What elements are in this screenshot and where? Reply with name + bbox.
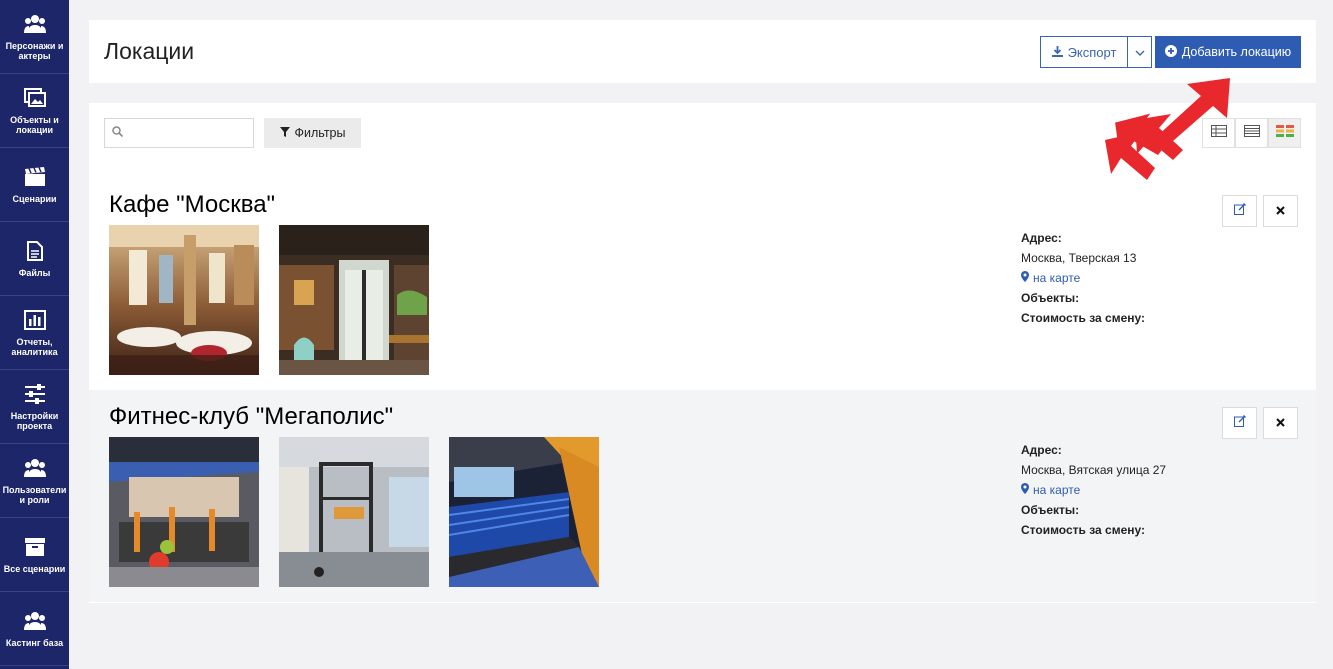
sidebar-item-reports[interactable]: Отчеты, аналитика: [0, 296, 69, 370]
location-details: Адрес: Москва, Вятская улица 27 на карте…: [1021, 440, 1166, 540]
download-icon: [1051, 45, 1063, 60]
close-icon: [1276, 414, 1285, 432]
address-label: Адрес:: [1021, 443, 1062, 457]
gym-floor-photo[interactable]: [109, 437, 259, 587]
gym-rig-photo[interactable]: [279, 437, 429, 587]
map-link-label: на карте: [1033, 271, 1081, 285]
users-icon: [23, 457, 46, 479]
cost-label: Стоимость за смену:: [1021, 523, 1146, 537]
export-dropdown-button[interactable]: [1127, 36, 1152, 68]
view-cards-button[interactable]: [1268, 118, 1301, 148]
sidebar-item-label: Объекты и локации: [10, 114, 59, 135]
export-label: Экспорт: [1067, 44, 1117, 60]
sidebar-item-files[interactable]: Файлы: [0, 222, 69, 296]
chevron-down-icon: [1135, 43, 1145, 61]
location-name: Кафе "Москва": [109, 191, 276, 218]
archive-icon: [24, 536, 46, 558]
map-link-label: на карте: [1033, 483, 1081, 497]
close-icon: [1276, 202, 1285, 220]
address-value: Москва, Тверская 13: [1021, 251, 1137, 265]
objects-label: Объекты:: [1021, 503, 1080, 517]
objects-label: Объекты:: [1021, 291, 1080, 305]
delete-button[interactable]: [1263, 407, 1298, 439]
photo-gallery: [109, 437, 599, 587]
sidebar-item-label: Все сценарии: [3, 563, 66, 574]
cafe-entrance-photo[interactable]: [279, 225, 429, 375]
bar-chart-icon: [23, 309, 46, 331]
sidebar-item-label: Персонажи и актеры: [5, 40, 64, 61]
search-input[interactable]: [127, 121, 247, 145]
location-details: Адрес: Москва, Тверская 13 на карте Объе…: [1021, 228, 1145, 328]
sidebar-item-label: Файлы: [18, 267, 51, 278]
sidebar-item-users[interactable]: Пользователи и роли: [0, 444, 69, 518]
restaurant-hall-photo[interactable]: [109, 225, 259, 375]
sidebar-item-label: Сценарии: [12, 193, 57, 204]
page-title: Локации: [104, 38, 195, 64]
sidebar-item-label: Кастинг база: [5, 637, 64, 648]
map-link[interactable]: на карте: [1021, 480, 1166, 500]
view-list-button[interactable]: [1235, 118, 1268, 148]
sidebar-item-label: Отчеты, аналитика: [11, 336, 58, 357]
edit-icon: [1233, 414, 1246, 432]
add-location-button[interactable]: Добавить локацию: [1155, 36, 1301, 68]
file-icon: [24, 240, 46, 262]
edit-button[interactable]: [1222, 407, 1257, 439]
search-box[interactable]: [104, 118, 254, 148]
filters-button[interactable]: Фильтры: [264, 118, 361, 148]
cards-view-icon: [1275, 124, 1294, 142]
plus-circle-icon: [1164, 44, 1177, 60]
cost-label: Стоимость за смену:: [1021, 311, 1146, 325]
address-label: Адрес:: [1021, 231, 1062, 245]
address-value: Москва, Вятская улица 27: [1021, 463, 1167, 477]
map-pin-icon: [1021, 268, 1029, 288]
sidebar-item-all-scenarios[interactable]: Все сценарии: [0, 518, 69, 592]
sidebar-item-label: Пользователи и роли: [2, 484, 67, 505]
sliders-icon: [24, 383, 46, 405]
add-location-label: Добавить локацию: [1181, 45, 1292, 59]
pointer-arrow-annotation: [1095, 70, 1235, 205]
map-pin-icon: [1021, 480, 1029, 500]
filter-icon: [279, 126, 290, 140]
export-button[interactable]: Экспорт: [1040, 36, 1128, 68]
delete-button[interactable]: [1263, 195, 1298, 227]
sidebar-item-actors[interactable]: Персонажи и актеры: [0, 0, 69, 74]
map-link[interactable]: на карте: [1021, 268, 1145, 288]
sidebar-item-casting[interactable]: Кастинг база: [0, 592, 69, 666]
sidebar: Персонажи и актеры Объекты и локации Сце…: [0, 0, 69, 669]
search-icon: [112, 124, 124, 142]
sidebar-item-label: Настройки проекта: [10, 410, 59, 431]
sidebar-item-project-settings[interactable]: Настройки проекта: [0, 370, 69, 444]
users-icon: [23, 13, 46, 35]
location-card: Кафе "Москва" Адрес: Москва, Тверская 13…: [89, 178, 1316, 390]
photo-gallery: [109, 225, 429, 375]
sidebar-item-locations[interactable]: Объекты и локации: [0, 74, 69, 148]
users-icon: [23, 610, 46, 632]
clapperboard-icon: [24, 166, 46, 188]
sidebar-item-scenarios[interactable]: Сценарии: [0, 148, 69, 222]
location-card: Фитнес-клуб "Мегаполис" Адрес: Москва, В…: [89, 390, 1316, 602]
gym-corridor-photo[interactable]: [449, 437, 599, 587]
filters-label: Фильтры: [294, 126, 346, 140]
list-view-icon: [1243, 124, 1260, 142]
images-icon: [23, 87, 46, 109]
edit-icon: [1233, 202, 1246, 220]
location-name: Фитнес-клуб "Мегаполис": [109, 403, 394, 430]
